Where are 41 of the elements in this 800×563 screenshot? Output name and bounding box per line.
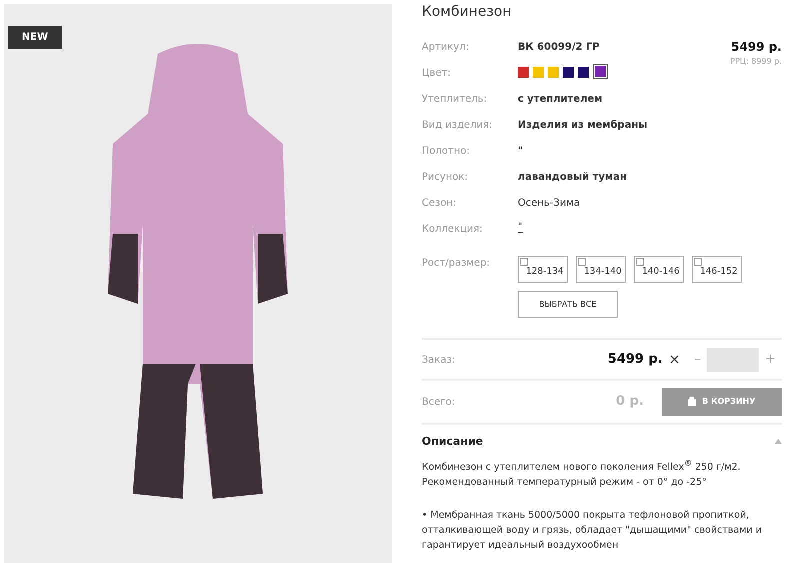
size-option[interactable]: 146-152 (692, 256, 742, 284)
price: 5499 р. (731, 40, 782, 54)
size-option[interactable]: 128-134 (518, 256, 568, 284)
product-title: Комбинезон (422, 4, 513, 22)
spec-label: Артикул: (422, 41, 470, 54)
color-swatch[interactable] (593, 64, 608, 80)
spec-label: Полотно: (422, 145, 471, 158)
quantity-field[interactable] (707, 348, 760, 372)
spec-label: Рисунок: (422, 171, 470, 184)
rrp-price: РРЦ: 8999 р. (730, 57, 782, 66)
size-option[interactable]: 140-146 (634, 256, 684, 284)
spec-value: лавандовый туман (518, 171, 628, 184)
color-swatch[interactable] (578, 67, 589, 78)
spec-value: ВК 60099/2 ГР (518, 41, 600, 54)
total-price: 0 р. (616, 394, 644, 410)
spec-label: Сезон: (422, 197, 458, 210)
spec-value: " (518, 145, 524, 158)
times-sign: × (668, 352, 681, 368)
order-label: Заказ: (422, 354, 456, 366)
description-heading: Описание (422, 434, 484, 448)
spec-value: Изделия из мембраны (518, 119, 648, 132)
color-swatch[interactable] (533, 67, 544, 78)
spec-label: Утеплитель: (422, 93, 488, 106)
spec-label: Цвет: (422, 67, 452, 80)
size-option[interactable]: 134-140 (576, 256, 626, 284)
color-swatch[interactable] (563, 67, 574, 78)
spec-value: с утеплителем (518, 93, 603, 106)
spec-link[interactable]: " (518, 222, 523, 234)
shopping-bag-icon (688, 397, 696, 406)
color-swatch[interactable] (548, 67, 559, 78)
order-price: 5499 р. (608, 352, 663, 368)
spec-label: Вид изделия: (422, 119, 494, 132)
spec-label: Коллекция: (422, 223, 484, 236)
description-paragraph: Комбинезон с утеплителем нового поколения Fellex$^{®}$ 250 г/м2. Рекомендованный температурный режим - от 0° до -25° (422, 458, 742, 490)
total-label: Всего: (422, 396, 456, 408)
description-paragraph: • Мембранная ткань 5000/5000 покрыта тефлоновой пропиткой, отталкивающей воду и грязь, обладает "дышащими" свойствами и гарантирует идеальный воздухообмен (422, 509, 764, 553)
new-badge: NEW (8, 26, 62, 49)
spec-label: Рост/размер: (422, 257, 492, 270)
spec-value: Осень-Зима (518, 197, 580, 210)
select-all-button[interactable]: ВЫБРАТЬ ВСЕ (518, 291, 618, 318)
color-swatch[interactable] (518, 67, 529, 78)
